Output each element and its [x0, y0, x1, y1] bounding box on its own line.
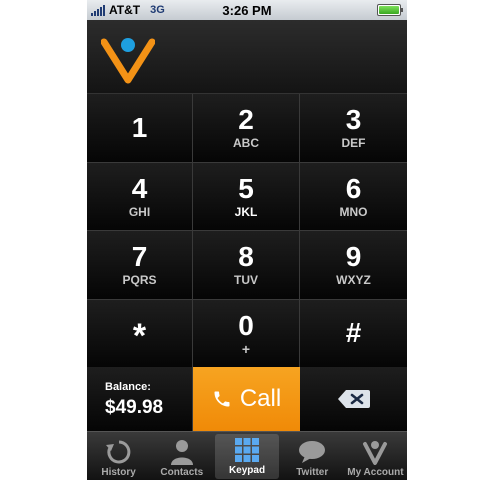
key-9[interactable]: 9 WXYZ [300, 231, 407, 300]
key-1[interactable]: 1 [87, 94, 193, 163]
balance-value: $49.98 [105, 397, 164, 418]
key-digit: * [132, 317, 147, 356]
account-icon [363, 441, 388, 465]
key-digit: 0 [238, 309, 254, 341]
key-digit: 8 [238, 241, 254, 273]
status-time: 3:26 PM [222, 3, 272, 18]
key-5[interactable]: 5 JKL [193, 162, 300, 231]
tab-keypad[interactable]: Keypad [215, 434, 279, 479]
key-letters: TUV [234, 273, 258, 288]
key-4[interactable]: 4 GHI [87, 162, 193, 231]
key-letters: PQRS [122, 273, 157, 288]
key-digit: 4 [131, 172, 148, 204]
key-8[interactable]: 8 TUV [193, 231, 300, 300]
key-letters: JKL [234, 204, 258, 219]
phone-screen: AT&T 3G 3:26 PM 1 2 ABC 3 DEF 4 GHI 5 JKL 6M… [87, 0, 407, 480]
backspace-button[interactable] [300, 367, 407, 431]
keypad-icon [235, 438, 259, 462]
tab-bar: History Contacts Keypad Twitter My Accou… [87, 431, 407, 480]
contacts-icon [170, 440, 193, 465]
vonage-logo-icon [101, 38, 155, 84]
key-letters: ABC [233, 136, 259, 151]
key-digit: 7 [131, 241, 148, 273]
call-label: Call [239, 385, 282, 412]
key-digit: 6 [345, 172, 362, 204]
balance-label: Balance: [105, 381, 151, 393]
tab-label: Keypad [228, 465, 266, 476]
status-bar: AT&T 3G 3:26 PM [87, 0, 407, 20]
app-header [87, 20, 407, 93]
key-digit: 3 [345, 104, 362, 136]
keypad-grid: 1 2 ABC 3 DEF 4 GHI 5 JKL 6 MNO 7 PQRS 8 TUV 9W… [87, 93, 407, 368]
key-letters: GHI [128, 204, 151, 219]
call-button[interactable]: Call [193, 367, 300, 431]
key-hash[interactable]: # [300, 299, 407, 368]
key-7[interactable]: 7 PQRS [87, 231, 193, 300]
key-6[interactable]: 6 MNO [300, 162, 407, 231]
key-digit: 2 [238, 104, 254, 136]
tab-label: My Account [347, 467, 404, 478]
key-digit: 5 [238, 172, 254, 204]
tab-my-account[interactable]: My Account [344, 432, 407, 480]
key-letters: DEF [341, 136, 366, 151]
battery-icon [377, 4, 403, 16]
key-2[interactable]: 2 ABC [193, 94, 300, 163]
twitter-icon [299, 441, 326, 463]
key-digit: 9 [345, 241, 362, 273]
key-digit: # [345, 317, 362, 349]
tab-history[interactable]: History [87, 432, 150, 480]
tab-label: Twitter [296, 467, 329, 478]
key-letters: WXYZ [336, 273, 371, 288]
key-0[interactable]: 0 + [193, 299, 300, 368]
key-star[interactable]: * [87, 299, 193, 368]
tab-twitter[interactable]: Twitter [281, 432, 344, 480]
backspace-icon [337, 390, 370, 408]
key-digit: 1 [131, 111, 148, 143]
key-letters: MNO [339, 204, 368, 219]
tab-label: History [101, 467, 136, 478]
phone-handset-icon [214, 391, 230, 407]
key-letters: + [241, 340, 251, 357]
history-icon [105, 440, 130, 464]
action-row: Balance: $49.98 Call [87, 367, 407, 431]
tab-label: Contacts [160, 467, 204, 478]
tab-contacts[interactable]: Contacts [150, 432, 213, 480]
key-3[interactable]: 3 DEF [300, 94, 407, 163]
balance-display: Balance: $49.98 [87, 367, 193, 431]
